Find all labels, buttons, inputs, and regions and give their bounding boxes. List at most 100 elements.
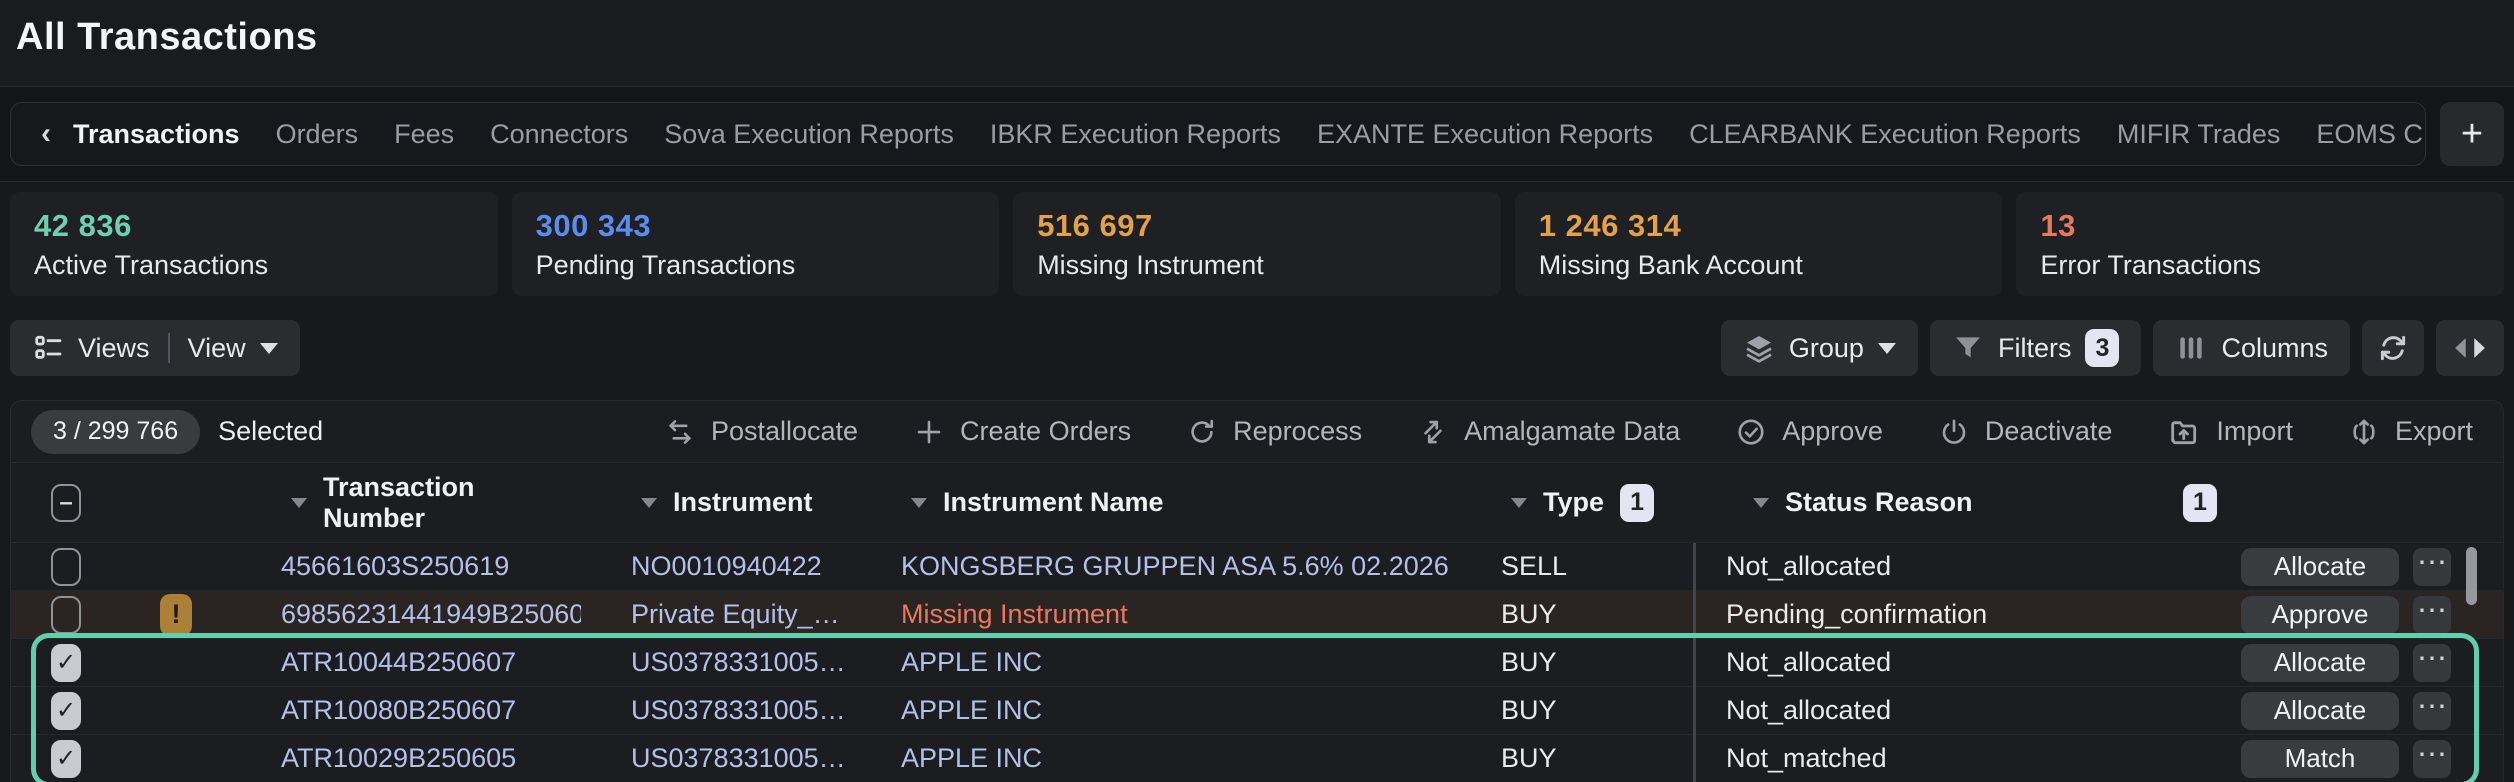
tab-eoms[interactable]: EOMS C [2316,119,2423,150]
tab-clearbank-execution-reports[interactable]: CLEARBANK Execution Reports [1689,119,2081,150]
chevron-left-icon[interactable]: ‹ [41,119,51,149]
column-menu-icon[interactable] [1511,498,1527,508]
tab-orders[interactable]: Orders [276,119,359,150]
type-cell: BUY [1451,599,1693,630]
refresh-button[interactable] [2362,320,2424,376]
group-button[interactable]: Group [1721,320,1918,376]
row-action-button[interactable]: Allocate [2241,644,2399,682]
export-button[interactable]: Export [2349,416,2473,447]
pan-columns-button[interactable] [2436,320,2504,376]
status-reason-cell: Not_allocated [1693,551,2171,582]
vertical-scrollbar[interactable] [2466,547,2477,605]
row-checkbox[interactable]: ✓ [51,644,81,682]
tab-connectors[interactable]: Connectors [490,119,628,150]
row-checkbox[interactable]: ✓ [51,692,81,730]
create-orders-button[interactable]: Create Orders [914,416,1131,447]
views-list-icon [32,332,64,364]
type-cell: BUY [1451,743,1693,774]
table-row[interactable]: ✓ ATR10080B250607 US0378331005… APPLE IN… [11,687,2503,735]
header-instrument[interactable]: Instrument [581,487,851,518]
stat-card-missing-bank-account[interactable]: 1 246 314 Missing Bank Account [1515,192,2003,296]
instrument-link[interactable]: NO0010940422 [581,551,851,582]
header-type[interactable]: Type 1 [1451,484,1693,522]
columns-button[interactable]: Columns [2153,320,2350,376]
header-status-reason[interactable]: Status Reason [1693,487,2171,518]
deactivate-button[interactable]: Deactivate [1939,416,2113,447]
amalgamate-data-button[interactable]: Amalgamate Data [1418,416,1680,447]
table-row[interactable]: ! 69856231441949B250608 Private Equity_…… [11,591,2503,639]
column-menu-icon[interactable] [641,498,657,508]
refresh-sync-icon [2376,331,2410,365]
more-options-button[interactable]: ⋯ [2413,596,2451,634]
row-checkbox[interactable] [51,596,81,634]
instrument-name-link[interactable]: APPLE INC [851,647,1451,678]
header-label: Type [1543,487,1604,518]
check-mark: ✓ [56,696,76,725]
column-menu-icon[interactable] [291,498,307,508]
action-label: Approve [1782,416,1883,447]
stat-value: 13 [2040,208,2480,244]
column-divider[interactable] [1693,543,1696,782]
row-action-button[interactable]: Match [2241,740,2399,778]
instrument-link[interactable]: US0378331005… [581,647,851,678]
postallocate-button[interactable]: Postallocate [665,416,858,447]
tab-bar: ‹ Transactions Orders Fees Connectors So… [10,102,2426,166]
instrument-name-link[interactable]: Missing Instrument [851,599,1451,630]
instrument-name-link[interactable]: APPLE INC [851,743,1451,774]
more-options-button[interactable]: ⋯ [2413,740,2451,778]
row-action-button[interactable]: Approve [2241,596,2399,634]
transaction-number-link[interactable]: ATR10080B250607 [231,695,581,726]
stat-card-error-transactions[interactable]: 13 Error Transactions [2016,192,2504,296]
row-checkbox[interactable]: ✓ [51,740,81,778]
reprocess-button[interactable]: Reprocess [1187,416,1362,447]
column-menu-icon[interactable] [1753,498,1769,508]
tab-fees[interactable]: Fees [394,119,454,150]
columns-icon [2175,332,2207,364]
row-checkbox[interactable] [51,548,81,586]
plus-icon [914,417,944,447]
layers-icon [1743,332,1775,364]
import-button[interactable]: Import [2168,416,2293,448]
transaction-number-link[interactable]: 69856231441949B250608 [231,599,581,630]
header-instrument-name[interactable]: Instrument Name [851,487,1451,518]
instrument-name-link[interactable]: KONGSBERG GRUPPEN ASA 5.6% 02.2026 [851,551,1451,582]
views-button[interactable]: Views View [10,320,300,376]
select-all-checkbox[interactable]: – [51,484,81,522]
row-action-button[interactable]: Allocate [2241,692,2399,730]
tab-exante-execution-reports[interactable]: EXANTE Execution Reports [1317,119,1653,150]
type-cell: SELL [1451,551,1693,582]
more-options-button[interactable]: ⋯ [2413,692,2451,730]
power-icon [1939,417,1969,447]
tab-sova-execution-reports[interactable]: Sova Execution Reports [664,119,954,150]
action-label: Reprocess [1233,416,1362,447]
tab-mifir-trades[interactable]: MIFIR Trades [2117,119,2281,150]
selection-count-pill[interactable]: 3 / 299 766 [31,410,200,454]
stat-card-active-transactions[interactable]: 42 836 Active Transactions [10,192,498,296]
instrument-link[interactable]: US0378331005… [581,695,851,726]
table-row[interactable]: ✓ ATR10044B250607 US0378331005… APPLE IN… [11,639,2503,687]
more-options-button[interactable]: ⋯ [2413,548,2451,586]
column-menu-icon[interactable] [911,498,927,508]
stat-card-missing-instrument[interactable]: 516 697 Missing Instrument [1013,192,1501,296]
instrument-link[interactable]: Private Equity_… [581,599,851,630]
tab-transactions[interactable]: Transactions [73,119,240,150]
filter-count-badge: 1 [2183,484,2217,522]
row-action-button[interactable]: Allocate [2241,548,2399,586]
filters-button[interactable]: Filters 3 [1930,320,2142,376]
table-row[interactable]: 45661603S250619 NO0010940422 KONGSBERG G… [11,543,2503,591]
instrument-link[interactable]: US0378331005… [581,743,851,774]
filters-count-badge: 3 [2085,329,2119,367]
more-options-button[interactable]: ⋯ [2413,644,2451,682]
transaction-number-link[interactable]: 45661603S250619 [231,551,581,582]
add-tab-button[interactable]: + [2440,102,2504,166]
stat-value: 1 246 314 [1539,208,1979,244]
table-row[interactable]: ✓ ATR10029B250605 US0378331005… APPLE IN… [11,735,2503,782]
tab-ibkr-execution-reports[interactable]: IBKR Execution Reports [990,119,1281,150]
header-transaction-number[interactable]: Transaction Number [231,472,581,534]
instrument-name-link[interactable]: APPLE INC [851,695,1451,726]
transaction-number-link[interactable]: ATR10044B250607 [231,647,581,678]
stat-card-pending-transactions[interactable]: 300 343 Pending Transactions [512,192,1000,296]
approve-button[interactable]: Approve [1736,416,1883,447]
transaction-number-link[interactable]: ATR10029B250605 [231,743,581,774]
header-label: Instrument [673,487,813,518]
